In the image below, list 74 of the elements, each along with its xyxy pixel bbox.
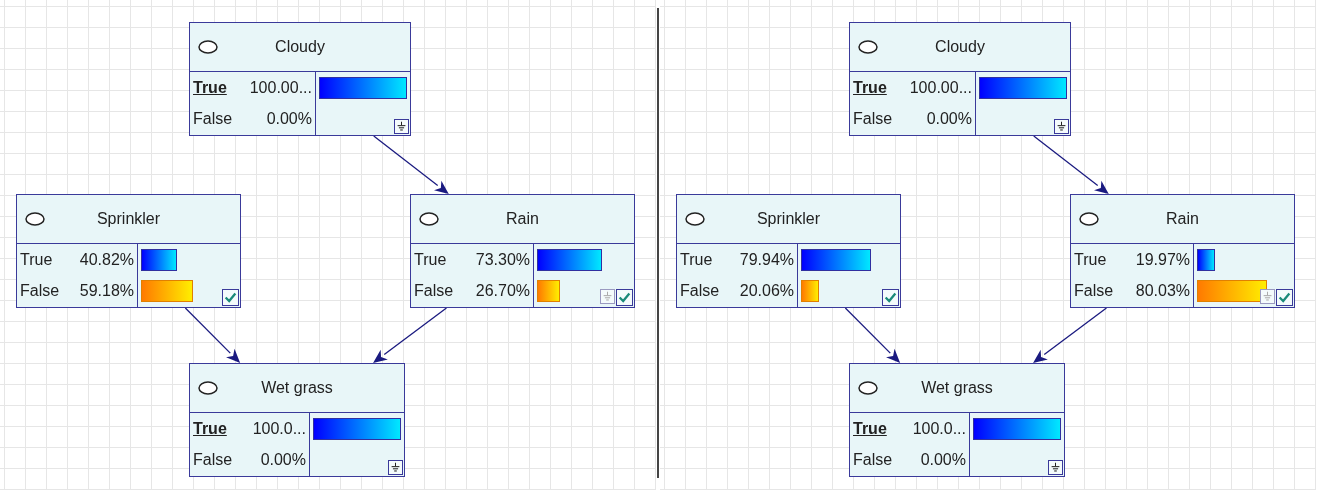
state-label: True — [193, 419, 227, 438]
ground-icon[interactable] — [1048, 460, 1063, 475]
state-value: 19.97% — [1135, 250, 1190, 269]
node-card[interactable]: Wet grass True 100.0... False 0.00% — [189, 363, 405, 477]
state-label: False — [20, 282, 60, 301]
state-label: False — [414, 282, 454, 301]
probability-bar — [801, 248, 872, 271]
state-label: True — [853, 78, 887, 97]
ground-icon[interactable] — [1054, 119, 1069, 134]
state-value: 40.82% — [79, 250, 134, 269]
state-value: 0.00% — [920, 451, 966, 470]
state-label: True — [20, 250, 53, 269]
state-value: 100.00... — [249, 78, 312, 97]
node-card[interactable]: Sprinkler True 40.82% False 59.18% — [16, 194, 241, 308]
state-label: False — [193, 451, 233, 470]
state-value: 0.00% — [260, 451, 306, 470]
node-card[interactable]: Wet grass True 100.0... False 0.00% — [849, 363, 1065, 477]
node-card[interactable]: Sprinkler True 79.94% False 20.06% — [676, 194, 901, 308]
node-title: Rain — [1165, 210, 1200, 228]
state-label: True — [193, 78, 227, 97]
edge-arrow — [844, 307, 901, 363]
state-value: 79.94% — [739, 250, 794, 269]
node-card[interactable]: Cloudy True 100.00... False 0.00% — [189, 22, 411, 136]
node-title: Wet grass — [260, 379, 334, 397]
probability-bar — [141, 280, 194, 303]
node-title: Sprinkler — [95, 210, 162, 228]
node-title: Rain — [505, 210, 540, 228]
edge-arrow — [184, 307, 241, 363]
check-icon[interactable] — [882, 289, 899, 306]
state-value: 100.00... — [909, 78, 972, 97]
oval-icon — [858, 381, 878, 395]
state-value: 100.0... — [912, 419, 966, 438]
node-card[interactable]: Rain True 73.30% False 26.70% — [410, 194, 635, 308]
oval-icon — [1079, 212, 1099, 226]
oval-icon — [858, 40, 878, 54]
node-card[interactable]: Rain True 19.97% False 80.03% — [1070, 194, 1295, 308]
state-label: False — [853, 451, 893, 470]
state-label: True — [680, 250, 713, 269]
state-value: 0.00% — [266, 110, 312, 129]
state-value: 100.0... — [252, 419, 306, 438]
state-label: False — [193, 110, 233, 129]
oval-icon — [685, 212, 705, 226]
state-label: False — [853, 110, 893, 129]
probability-bar — [537, 248, 602, 271]
state-label: True — [853, 419, 887, 438]
probability-bar — [141, 248, 177, 271]
state-label: False — [1074, 282, 1114, 301]
check-icon[interactable] — [1276, 289, 1293, 306]
check-icon[interactable] — [222, 289, 239, 306]
ground-icon[interactable] — [394, 119, 409, 134]
node-card[interactable]: Cloudy True 100.00... False 0.00% — [849, 22, 1071, 136]
state-value: 73.30% — [475, 250, 530, 269]
oval-icon — [419, 212, 439, 226]
node-title: Wet grass — [920, 379, 994, 397]
state-value: 20.06% — [739, 282, 794, 301]
check-icon[interactable] — [616, 289, 633, 306]
state-value: 0.00% — [926, 110, 972, 129]
oval-icon — [198, 381, 218, 395]
node-title: Sprinkler — [755, 210, 822, 228]
state-label: True — [414, 250, 447, 269]
node-title: Cloudy — [274, 38, 326, 56]
probability-bar — [537, 280, 561, 303]
state-value: 80.03% — [1135, 282, 1190, 301]
probability-bar — [1197, 248, 1215, 271]
ground-icon[interactable] — [388, 460, 403, 475]
state-value: 59.18% — [79, 282, 134, 301]
node-title: Cloudy — [934, 38, 986, 56]
state-label: False — [680, 282, 720, 301]
probability-bar — [1197, 280, 1268, 303]
oval-icon — [198, 40, 218, 54]
probability-bar — [801, 280, 819, 303]
oval-icon — [25, 212, 45, 226]
state-label: True — [1074, 250, 1107, 269]
state-value: 26.70% — [475, 282, 530, 301]
